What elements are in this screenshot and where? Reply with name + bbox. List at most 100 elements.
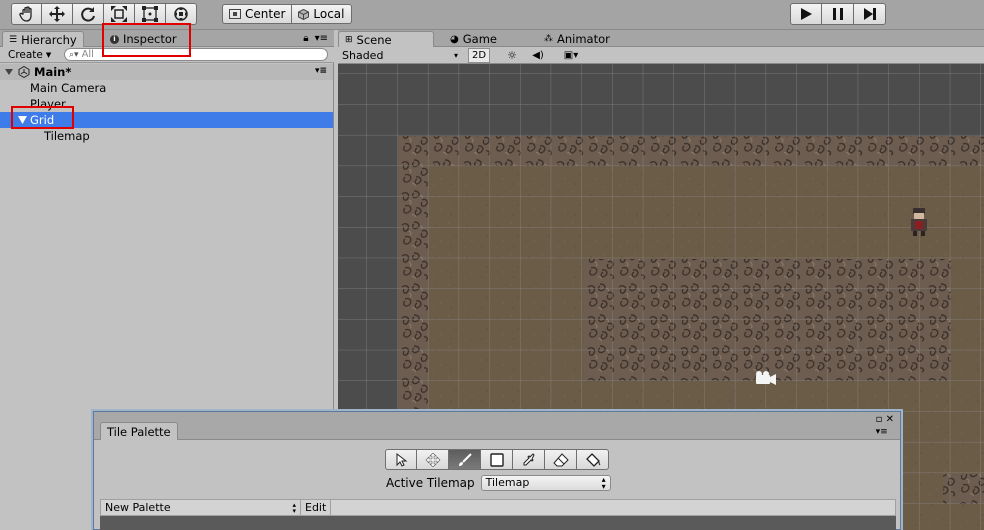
scene-name: Main* [34, 65, 72, 79]
tab-tile-palette[interactable]: Tile Palette [100, 422, 178, 440]
step-icon [863, 8, 876, 20]
pivot-controls: Center Local [222, 4, 352, 24]
tab-scene-label: Scene [356, 32, 392, 47]
rect-tool-button[interactable] [135, 3, 166, 25]
tab-hierarchy-label: Hierarchy [21, 32, 77, 47]
flood-fill-tool-button[interactable] [577, 449, 609, 470]
panel-menu-icon[interactable]: ▾≡ [315, 33, 328, 44]
scene-toolbar: Shaded ▾ 2D ☼ ◀) ▣▾ [338, 47, 984, 64]
play-button[interactable] [790, 3, 822, 25]
pivot-center-icon [229, 9, 241, 19]
maximize-icon[interactable]: ▫ [876, 414, 883, 425]
tile-palette-titlebar: Tile Palette ▫ ✕ ▾≡ [94, 412, 900, 440]
dropdown-arrow-icon: ▼ [45, 51, 52, 59]
updown-arrow-icon: ▴ ▾ [601, 474, 606, 491]
sun-icon: ☼ [507, 49, 517, 62]
picker-tool-button[interactable] [513, 449, 545, 470]
list-item[interactable]: Main Camera [0, 80, 333, 96]
play-icon [801, 8, 812, 20]
active-tilemap-label: Active Tilemap [386, 475, 475, 490]
tab-game[interactable]: ◕ Game [444, 31, 503, 47]
pause-button[interactable] [822, 3, 854, 25]
scale-tool-icon [111, 6, 127, 22]
tab-animator-label: Animator [557, 32, 610, 46]
active-tilemap-row: Active Tilemap Tilemap ▴ ▾ [386, 474, 611, 491]
create-label: Create [8, 49, 43, 61]
audio-toggle[interactable]: ◀) [528, 48, 548, 63]
inspector-tab-highlight [102, 23, 191, 57]
panel-controls: 🔒︎ ▾≡ [303, 33, 328, 44]
select-tool-button[interactable] [385, 449, 417, 470]
paint-brush-icon [458, 452, 472, 466]
mode-2d-label: 2D [471, 50, 487, 61]
scale-tool-button[interactable] [104, 3, 135, 25]
move-tool-icon [49, 6, 65, 22]
lighting-toggle[interactable]: ☼ [502, 48, 522, 63]
list-item[interactable]: Tilemap [0, 128, 333, 144]
rotate-tool-button[interactable] [73, 3, 104, 25]
rotate-tool-icon [81, 7, 95, 22]
lock-icon[interactable]: 🔒︎ [303, 33, 308, 44]
hand-tool-icon [18, 6, 32, 22]
tab-hierarchy[interactable]: ☰ Hierarchy [2, 31, 84, 47]
move-icon [425, 452, 440, 467]
unity-scene-icon [18, 66, 30, 78]
tab-game-label: Game [462, 32, 497, 46]
transform-tools [11, 3, 197, 25]
dropdown-arrow-icon: ▾ [453, 51, 458, 60]
palette-selector-bar: New Palette ▴ ▾ Edit [100, 499, 896, 516]
speaker-icon: ◀) [532, 50, 544, 61]
panel-menu-icon[interactable]: ▾≡ [876, 427, 894, 437]
box-fill-icon [489, 452, 504, 467]
hand-tool-button[interactable] [11, 3, 42, 25]
pivot-space-label: Local [313, 7, 345, 21]
play-controls [790, 3, 886, 25]
edit-label: Edit [305, 501, 327, 514]
rect-tool-icon [142, 6, 158, 22]
search-icon: ⌕▾ [69, 49, 79, 60]
animator-nodes-icon: ⁂ [544, 34, 553, 44]
eraser-tool-button[interactable] [545, 449, 577, 470]
tile-palette-title: Tile Palette [107, 424, 171, 439]
scene-row[interactable]: Main* ▾≡ [0, 64, 333, 80]
transform-tool-icon [174, 7, 188, 21]
pause-icon [832, 8, 843, 20]
active-tilemap-dropdown[interactable]: Tilemap ▴ ▾ [480, 474, 611, 491]
shading-mode-label: Shaded [342, 49, 384, 62]
move-tool-button[interactable] [42, 3, 73, 25]
paint-brush-tool-button[interactable] [449, 449, 481, 470]
palette-tools [385, 449, 609, 470]
pivot-space-button[interactable]: Local [292, 4, 352, 24]
move-tool-button[interactable] [417, 449, 449, 470]
hierarchy-tree: Main* ▾≡ Main Camera Player Grid Tilemap [0, 64, 333, 144]
picker-icon [523, 452, 535, 465]
step-button[interactable] [854, 3, 886, 25]
active-tilemap-value: Tilemap [485, 476, 530, 489]
edit-button[interactable]: Edit [301, 500, 332, 515]
updown-arrow-icon: ▴ ▾ [292, 500, 296, 515]
scene-tabbar: ⊞ Scene ◕ Game ⁂ Animator [338, 30, 984, 47]
hierarchy-item-label: Main Camera [30, 81, 107, 95]
palette-dropdown-value: New Palette [105, 501, 171, 514]
select-icon [396, 452, 408, 467]
box-fill-tool-button[interactable] [481, 449, 513, 470]
scene-grid-icon: ⊞ [345, 34, 353, 45]
window-controls: ▫ ✕ ▾≡ [876, 414, 894, 437]
hierarchy-list-icon: ☰ [9, 34, 18, 45]
mode-2d-toggle[interactable]: 2D [468, 48, 490, 63]
hierarchy-item-label: Tilemap [44, 129, 90, 143]
pivot-mode-button[interactable]: Center [222, 4, 293, 24]
close-icon[interactable]: ✕ [886, 414, 894, 425]
scene-menu-icon[interactable]: ▾≡ [315, 66, 327, 76]
expand-arrow-icon[interactable] [4, 67, 14, 77]
flood-fill-icon [585, 452, 600, 467]
tab-animator[interactable]: ⁂ Animator [538, 31, 616, 47]
grid-item-highlight [11, 106, 74, 129]
create-dropdown[interactable]: Create ▼ [4, 48, 55, 62]
palette-grid-area[interactable] [100, 516, 896, 530]
effects-dropdown[interactable]: ▣▾ [556, 48, 586, 63]
shading-mode-dropdown[interactable]: Shaded ▾ [342, 48, 462, 63]
tab-scene[interactable]: ⊞ Scene [338, 31, 434, 47]
transform-tool-button[interactable] [166, 3, 197, 25]
palette-dropdown[interactable]: New Palette ▴ ▾ [101, 500, 301, 515]
